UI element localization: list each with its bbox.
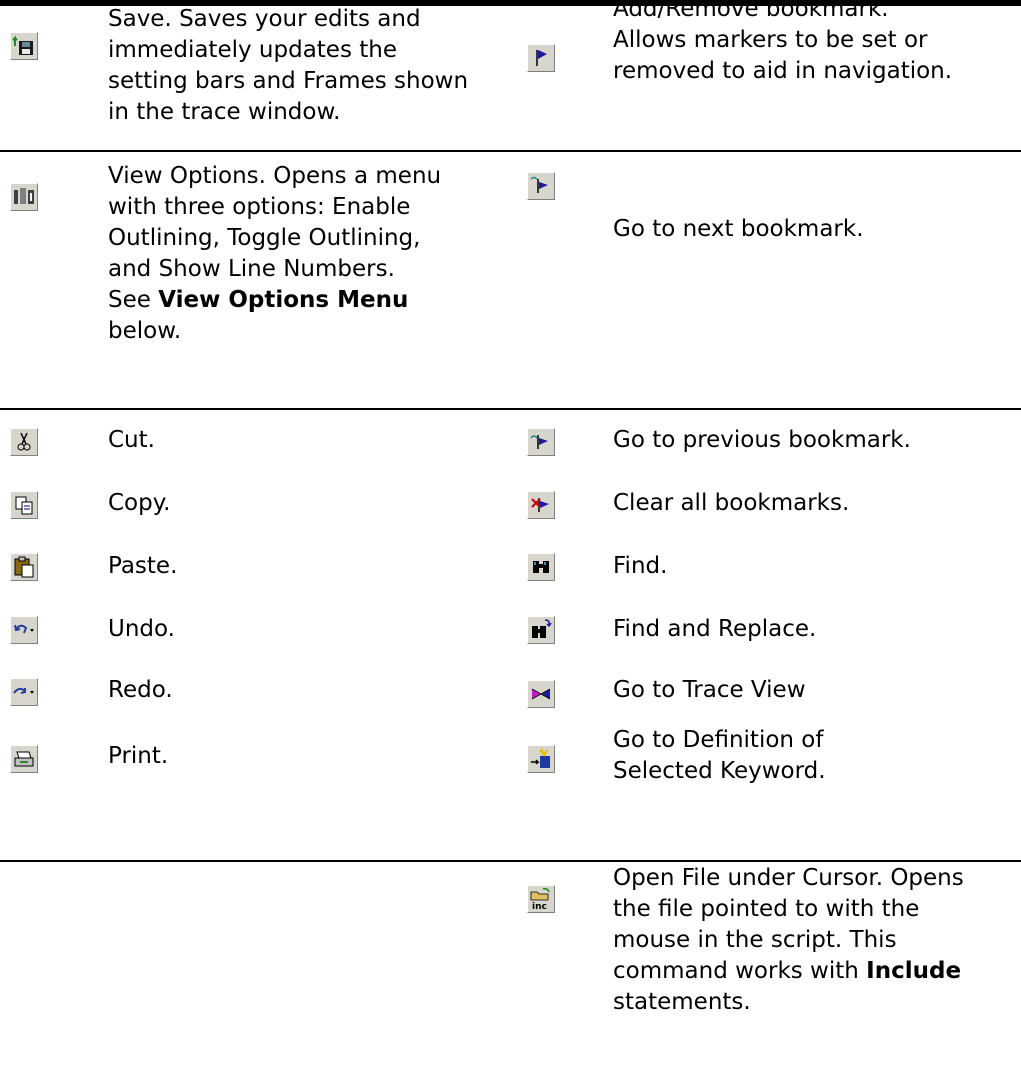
previous-bookmark-icon[interactable] (527, 428, 555, 456)
trace-view-label: Go to Trace View (613, 677, 806, 703)
view-options-icon[interactable] (10, 183, 38, 211)
next-bookmark-label: Go to next bookmark. (613, 216, 864, 242)
row-divider (0, 860, 1021, 862)
view-options-description: View Options. Opens a menu with three opt… (108, 163, 442, 344)
previous-bookmark-label: Go to previous bookmark. (613, 427, 911, 453)
redo-icon[interactable] (10, 678, 38, 706)
binoculars-icon[interactable] (527, 553, 555, 581)
print-icon[interactable] (10, 745, 38, 773)
row-divider (502, 408, 1021, 410)
row-divider (0, 408, 520, 410)
svg-text:inc: inc (532, 902, 547, 912)
cut-label: Cut. (108, 427, 155, 453)
cut-icon[interactable] (10, 428, 38, 456)
next-bookmark-icon[interactable] (527, 172, 555, 200)
undo-label: Undo. (108, 616, 175, 642)
open-include-icon[interactable]: inc (527, 885, 555, 913)
undo-icon[interactable] (10, 616, 38, 644)
clear-bookmarks-icon[interactable] (527, 491, 555, 519)
bookmark-flag-icon[interactable] (527, 44, 555, 72)
copy-icon[interactable] (10, 491, 38, 519)
copy-label: Copy. (108, 490, 171, 516)
bookmark-description: Add/Remove bookmark. Allows markers to be… (613, 0, 953, 84)
find-replace-icon[interactable] (527, 616, 555, 644)
open-include-description: Open File under Cursor. Opens the file po… (613, 865, 964, 1015)
save-icon[interactable] (10, 32, 38, 60)
goto-definition-icon[interactable] (527, 745, 555, 773)
find-replace-label: Find and Replace. (613, 616, 817, 642)
clear-bookmarks-label: Clear all bookmarks. (613, 490, 850, 516)
trace-view-icon[interactable] (527, 680, 555, 708)
paste-icon[interactable] (10, 553, 38, 581)
paste-label: Paste. (108, 553, 178, 579)
include-keyword: Include (866, 958, 962, 984)
find-label: Find. (613, 553, 668, 579)
row-divider (502, 150, 1021, 152)
goto-definition-description: Go to Definition of Selected Keyword. (613, 727, 826, 784)
view-options-menu-link[interactable]: View Options Menu (158, 287, 408, 313)
print-label: Print. (108, 743, 169, 769)
save-description: Save. Saves your edits and immediately up… (108, 6, 469, 125)
row-divider (0, 150, 520, 152)
redo-label: Redo. (108, 677, 173, 703)
